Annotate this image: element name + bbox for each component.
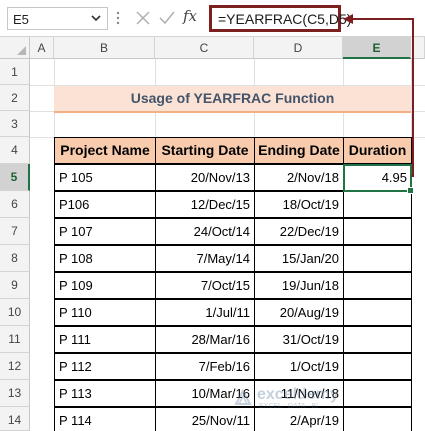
row-header-11[interactable]: 11 (0, 326, 30, 353)
duration-cell[interactable] (343, 326, 412, 353)
row-header-12[interactable]: 12 (0, 353, 30, 380)
ending-date-cell[interactable]: 18/Oct/19 (254, 191, 344, 218)
project-name-cell[interactable]: P 113 (54, 380, 156, 407)
starting-date-cell[interactable]: 20/Nov/13 (155, 164, 255, 191)
project-name-cell[interactable]: P 108 (54, 245, 156, 272)
starting-date-cell[interactable]: 7/May/14 (155, 245, 255, 272)
column-header-a[interactable]: A (30, 37, 54, 59)
project-name-cell[interactable]: P 110 (54, 299, 156, 326)
row-header-13[interactable]: 13 (0, 380, 30, 407)
ending-date-cell[interactable]: 1/Oct/19 (254, 353, 344, 380)
ending-date-cell[interactable]: 19/Jun/18 (254, 272, 344, 299)
row-header-2[interactable]: 2 (0, 85, 30, 111)
active-cell-e5[interactable] (343, 164, 414, 194)
row-header-14[interactable]: 14 (0, 407, 30, 431)
header-starting-date[interactable]: Starting Date (155, 137, 255, 164)
header-ending-date[interactable]: Ending Date (254, 137, 344, 164)
ending-date-cell[interactable]: 15/Jan/20 (254, 245, 344, 272)
duration-cell[interactable] (343, 218, 412, 245)
row-header-1[interactable]: 1 (0, 59, 30, 85)
exceldemy-watermark: exceldemy EXCEL · DATA · BI (233, 386, 383, 412)
row-header-9[interactable]: 9 (0, 272, 30, 299)
duration-cell[interactable] (343, 353, 412, 380)
project-name-cell[interactable]: P 111 (54, 326, 156, 353)
project-name-cell[interactable]: P 114 (54, 407, 156, 431)
watermark-name: exceldemy (257, 386, 339, 403)
duration-cell[interactable] (343, 299, 412, 326)
row-header-6[interactable]: 6 (0, 191, 30, 218)
duration-cell[interactable] (343, 272, 412, 299)
header-duration[interactable]: Duration (343, 137, 412, 164)
header-project-name[interactable]: Project Name (54, 137, 156, 164)
formula-text: =YEARFRAC(C5,D5) (218, 11, 352, 27)
starting-date-cell[interactable]: 24/Oct/14 (155, 218, 255, 245)
sheet-title[interactable]: Usage of YEARFRAC Function (54, 86, 411, 111)
starting-date-cell[interactable]: 7/Oct/15 (155, 272, 255, 299)
project-name-cell[interactable]: P106 (54, 191, 156, 218)
ending-date-cell[interactable]: 20/Aug/19 (254, 299, 344, 326)
project-name-cell[interactable]: P 105 (54, 164, 156, 191)
watermark-logo-icon (234, 388, 252, 405)
insert-function-button[interactable]: fx (183, 7, 197, 25)
starting-date-cell[interactable]: 12/Dec/15 (155, 191, 255, 218)
name-box-value: E5 (13, 12, 29, 27)
enter-check-icon[interactable] (158, 9, 176, 27)
ending-date-cell[interactable]: 31/Oct/19 (254, 326, 344, 353)
ending-date-cell[interactable]: 2/Nov/18 (254, 164, 344, 191)
row-header-4[interactable]: 4 (0, 137, 30, 164)
cancel-icon[interactable] (134, 9, 152, 27)
chevron-down-icon[interactable] (90, 11, 102, 25)
more-options-icon[interactable] (116, 10, 120, 26)
formula-input[interactable]: =YEARFRAC(C5,D5) (209, 5, 351, 32)
ending-date-cell[interactable]: 22/Dec/19 (254, 218, 344, 245)
project-name-cell[interactable]: P 107 (54, 218, 156, 245)
name-box[interactable]: E5 (7, 7, 108, 30)
column-header-d[interactable]: D (254, 37, 343, 59)
project-name-cell[interactable]: P 109 (54, 272, 156, 299)
column-header-c[interactable]: C (155, 37, 254, 59)
starting-date-cell[interactable]: 7/Feb/16 (155, 353, 255, 380)
row-header-5[interactable]: 5 (0, 164, 30, 191)
row-header-7[interactable]: 7 (0, 218, 30, 245)
row-header-8[interactable]: 8 (0, 245, 30, 272)
column-header-e[interactable]: E (343, 37, 411, 59)
starting-date-cell[interactable]: 28/Mar/16 (155, 326, 255, 353)
project-name-cell[interactable]: P 112 (54, 353, 156, 380)
column-header-f[interactable] (411, 37, 425, 59)
starting-date-cell[interactable]: 1/Jul/11 (155, 299, 255, 326)
select-all-button[interactable] (0, 37, 30, 59)
formula-bar: E5 fx =YEARFRAC(C5,D5) (0, 0, 425, 37)
watermark-tagline: EXCEL · DATA · BI (259, 403, 318, 410)
duration-cell[interactable] (343, 245, 412, 272)
row-header-10[interactable]: 10 (0, 299, 30, 326)
row-header-3[interactable]: 3 (0, 111, 30, 137)
title-underline (54, 111, 411, 113)
duration-cell[interactable] (343, 191, 412, 218)
column-header-b[interactable]: B (54, 37, 155, 59)
